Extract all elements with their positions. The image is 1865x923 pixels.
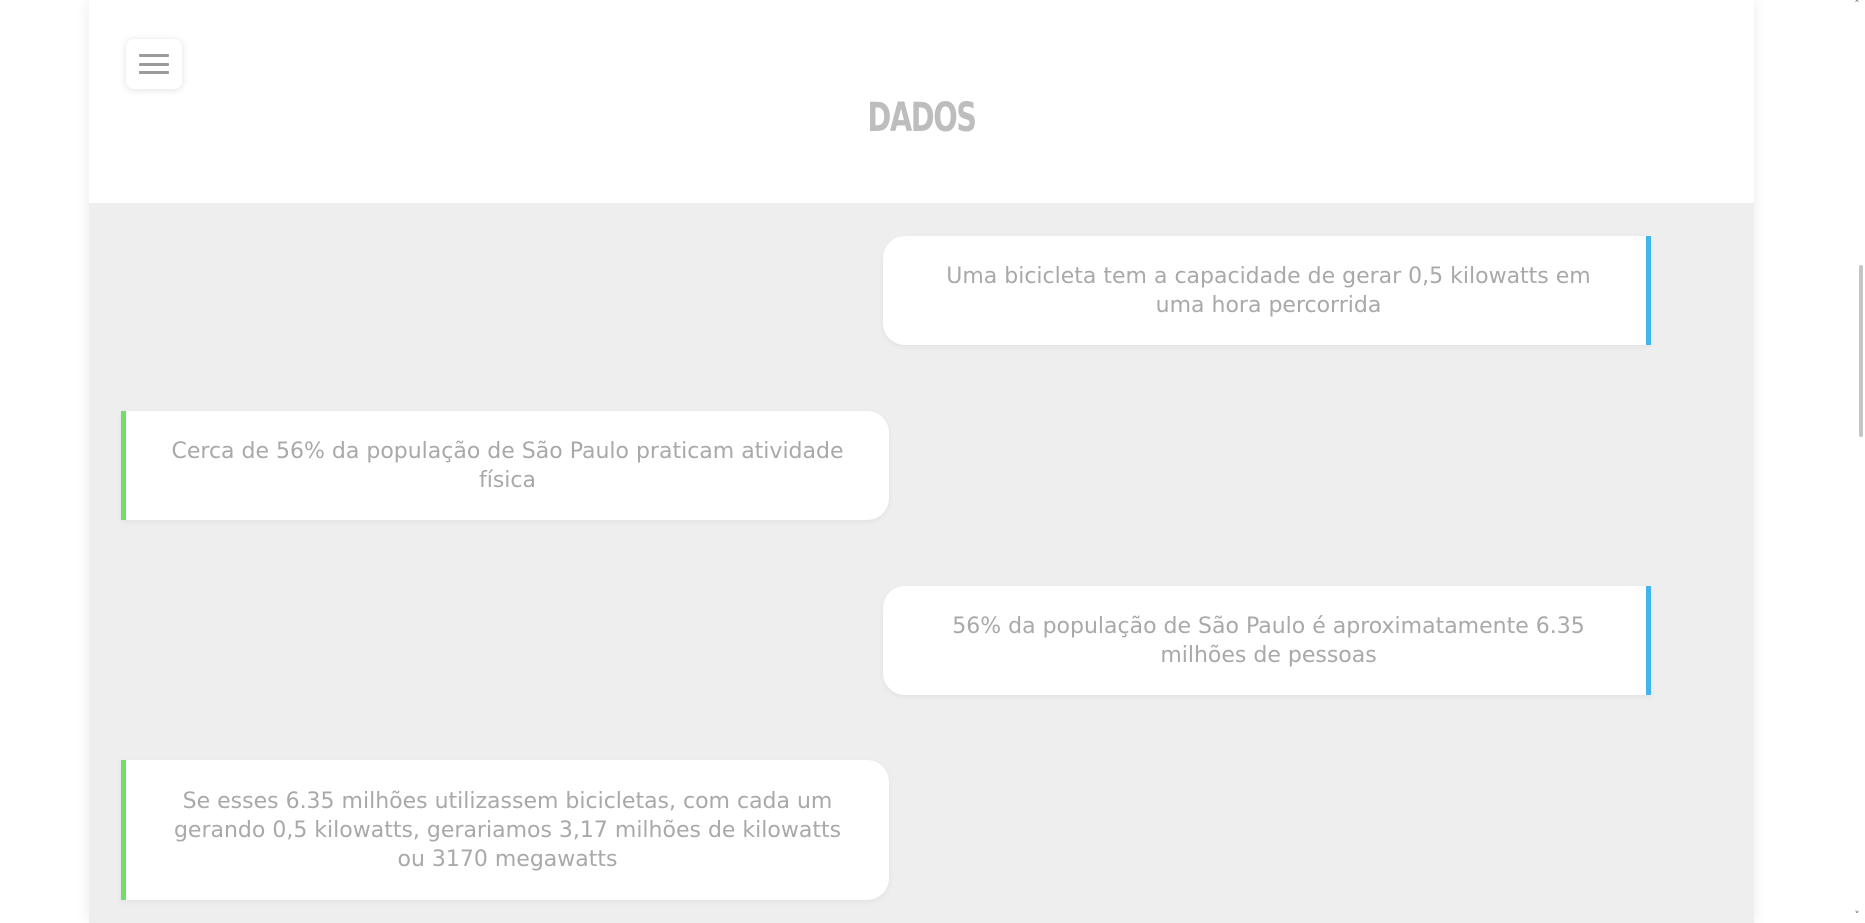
data-list: Uma bicicleta tem a capacidade de gerar …	[89, 203, 1754, 923]
scrollbar-thumb[interactable]	[1859, 265, 1863, 437]
data-card-energy-total: Se esses 6.35 milhões utilizassem bicicl…	[121, 760, 889, 900]
page-container: DADOS Uma bicicleta tem a capacidade de …	[89, 0, 1754, 923]
scroll-down-arrow-icon[interactable]: ˅	[1852, 910, 1862, 921]
data-card-text: Uma bicicleta tem a capacidade de gerar …	[946, 263, 1591, 318]
page-title: DADOS	[867, 95, 977, 141]
data-card-physical-activity: Cerca de 56% da população de São Paulo p…	[121, 411, 889, 520]
data-card-population: 56% da população de São Paulo é aproxima…	[883, 586, 1651, 695]
data-card-text: Cerca de 56% da população de São Paulo p…	[171, 438, 844, 493]
hamburger-menu-icon	[139, 54, 169, 74]
vertical-scrollbar[interactable]: ˄ ˅	[1849, 0, 1865, 923]
data-card-text: Se esses 6.35 milhões utilizassem bicicl…	[173, 788, 842, 872]
header: DADOS	[89, 0, 1754, 203]
data-card-bike-energy: Uma bicicleta tem a capacidade de gerar …	[883, 236, 1651, 345]
scroll-up-arrow-icon[interactable]: ˄	[1852, 0, 1862, 10]
menu-button[interactable]	[126, 39, 182, 89]
data-card-text: 56% da população de São Paulo é aproxima…	[952, 613, 1585, 668]
